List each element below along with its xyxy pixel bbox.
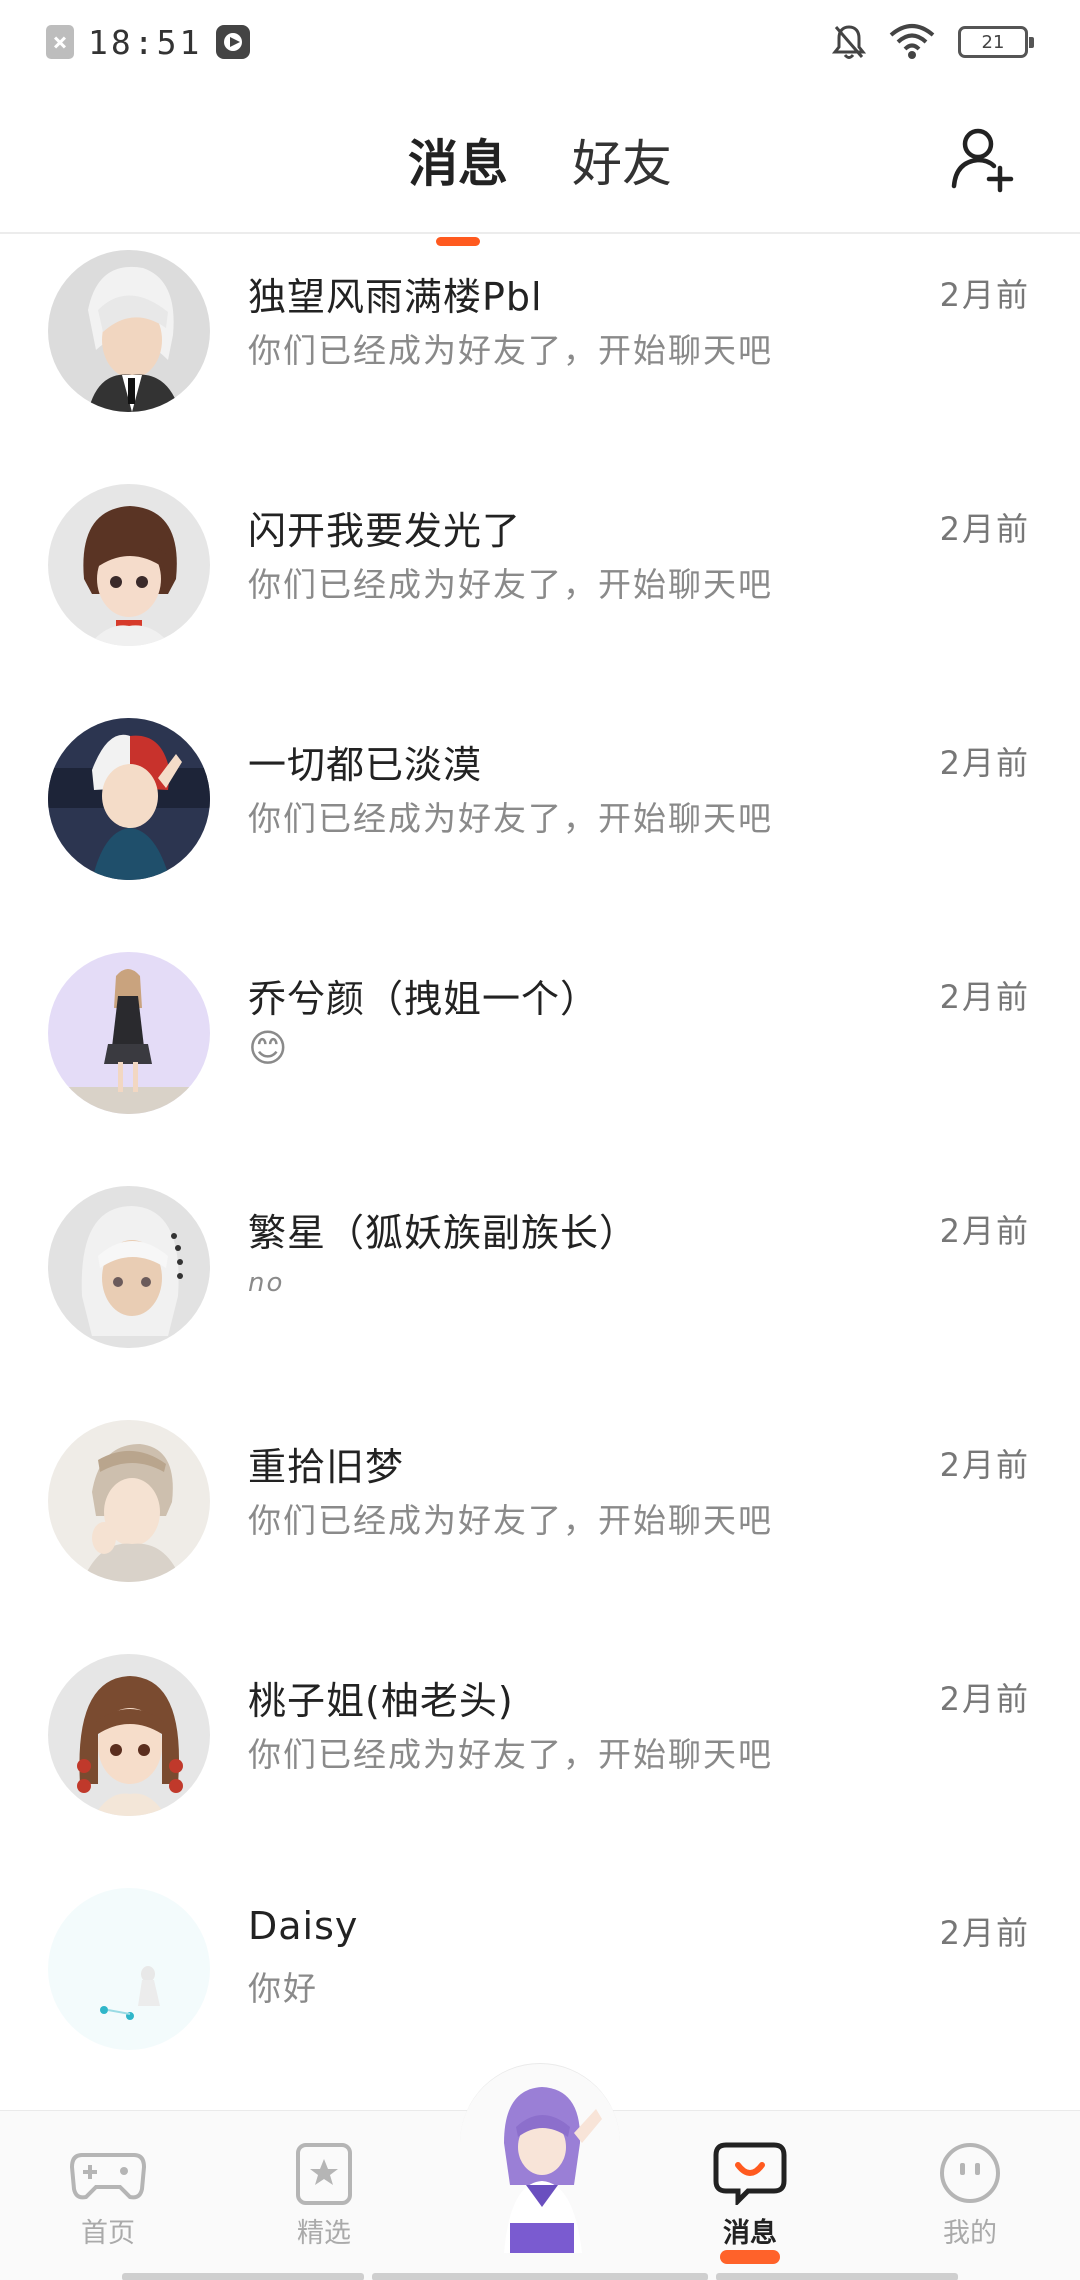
avatar	[48, 718, 210, 880]
battery-icon: 21	[958, 26, 1034, 58]
list-item[interactable]: 乔兮颜（拽姐一个） 😊 2月前	[0, 938, 1080, 1172]
message-time: 2月前	[939, 1446, 1030, 1484]
last-message: 你们已经成为好友了，开始聊天吧	[248, 331, 773, 370]
nav-featured[interactable]: 精选	[264, 2141, 384, 2250]
contact-name: 桃子姐(柚老头)	[248, 1679, 514, 1723]
gesture-bar-segment	[122, 2273, 364, 2280]
message-time: 2月前	[939, 1914, 1030, 1952]
contact-name: 一切都已淡漠	[248, 743, 483, 787]
list-item[interactable]: 闪开我要发光了 你们已经成为好友了，开始聊天吧 2月前	[0, 470, 1080, 704]
nav-home[interactable]: 首页	[48, 2141, 168, 2250]
message-time: 2月前	[939, 744, 1030, 782]
gesture-bar-segment	[372, 2273, 708, 2280]
list-item[interactable]: 重拾旧梦 你们已经成为好友了，开始聊天吧 2月前	[0, 1406, 1080, 1640]
avatar	[48, 484, 210, 646]
list-item[interactable]: 繁星（狐妖族副族长） no 2月前	[0, 1172, 1080, 1406]
last-message: 😊	[248, 1026, 290, 1070]
add-user-icon[interactable]	[948, 124, 1018, 194]
tab-messages[interactable]: 消息	[404, 124, 512, 246]
last-message: no	[248, 1268, 285, 1298]
avatar	[48, 1888, 210, 2050]
avatar	[48, 952, 210, 1114]
tab-friends[interactable]: 好友	[568, 124, 676, 196]
gesture-bar-segment	[716, 2273, 958, 2280]
chat-bubble-icon	[713, 2142, 787, 2208]
avatar	[48, 1186, 210, 1348]
last-message: 你们已经成为好友了，开始聊天吧	[248, 565, 773, 604]
message-time: 2月前	[939, 510, 1030, 548]
mute-bell-icon	[832, 25, 866, 59]
contact-name: 重拾旧梦	[248, 1445, 405, 1489]
header-tabs: 消息 好友	[0, 124, 1080, 246]
contact-name: 独望风雨满楼Pbl	[248, 275, 543, 319]
conversation-list: 独望风雨满楼Pbl 你们已经成为好友了，开始聊天吧 2月前 闪开我要发光了 你们…	[0, 236, 1080, 2108]
message-time: 2月前	[939, 276, 1030, 314]
active-nav-indicator	[720, 2250, 780, 2264]
nav-profile-label: 我的	[943, 2218, 997, 2249]
battery-level: 21	[981, 31, 1005, 53]
contact-name: Daisy	[248, 1904, 359, 1948]
smiley-face-icon	[940, 2143, 1000, 2203]
nav-featured-label: 精选	[297, 2218, 351, 2249]
last-message: 你们已经成为好友了，开始聊天吧	[248, 1501, 773, 1540]
contact-name: 乔兮颜（拽姐一个）	[248, 977, 600, 1021]
last-message: 你们已经成为好友了，开始聊天吧	[248, 1735, 773, 1774]
bottom-nav: 首页 精选 消息 我的	[0, 2063, 1080, 2280]
top-header: 消息 好友	[0, 84, 1080, 246]
list-item[interactable]: 独望风雨满楼Pbl 你们已经成为好友了，开始聊天吧 2月前	[0, 236, 1080, 470]
message-time: 2月前	[939, 1680, 1030, 1718]
nav-home-label: 首页	[81, 2218, 135, 2249]
message-time: 2月前	[939, 1212, 1030, 1250]
message-time: 2月前	[939, 978, 1030, 1016]
wifi-icon	[889, 24, 935, 59]
avatar	[48, 1654, 210, 1816]
last-message: 你们已经成为好友了，开始聊天吧	[248, 799, 773, 838]
tab-friends-label: 好友	[572, 135, 672, 193]
character-avatar[interactable]	[470, 2073, 610, 2253]
status-time: 18:51	[88, 22, 203, 62]
avatar	[48, 250, 210, 412]
list-item[interactable]: 一切都已淡漠 你们已经成为好友了，开始聊天吧 2月前	[0, 704, 1080, 938]
status-right: 21	[832, 20, 1034, 64]
avatar	[48, 1420, 210, 1582]
nav-messages-label: 消息	[723, 2218, 777, 2249]
video-recording-icon	[216, 25, 251, 59]
status-left: 18:51	[46, 22, 251, 62]
star-bookmark-icon	[296, 2143, 352, 2205]
list-item[interactable]: 桃子姐(柚老头) 你们已经成为好友了，开始聊天吧 2月前	[0, 1640, 1080, 1874]
contact-name: 繁星（狐妖族副族长）	[248, 1211, 639, 1255]
last-message: 你好	[248, 1969, 318, 2008]
close-notification-icon	[46, 25, 74, 59]
contact-name: 闪开我要发光了	[248, 509, 522, 553]
status-bar: 18:51 21	[0, 0, 1080, 84]
nav-messages[interactable]: 消息	[690, 2141, 810, 2264]
tab-messages-label: 消息	[408, 135, 508, 193]
gamepad-icon	[69, 2153, 147, 2200]
nav-profile[interactable]: 我的	[910, 2141, 1030, 2250]
